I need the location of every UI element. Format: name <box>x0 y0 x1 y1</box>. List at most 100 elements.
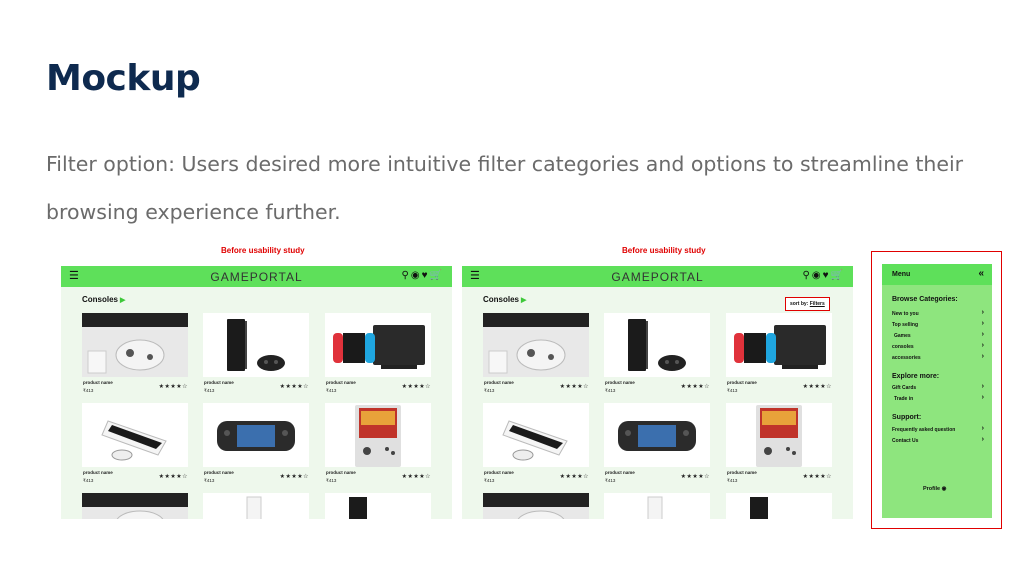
heart-icon[interactable]: ♥ <box>823 270 831 281</box>
menu-item-trade-in[interactable]: Trade in › <box>892 394 984 402</box>
product-card[interactable]: product name ₹413 ★★★★☆ <box>726 403 832 486</box>
explore-more-heading: Explore more: <box>892 373 940 380</box>
sort-by-filters[interactable]: sort by: Filters <box>785 297 830 311</box>
rating-stars: ★★★★☆ <box>279 474 309 480</box>
app-logo[interactable]: GAMEPORTAL <box>462 270 853 284</box>
chevron-right-icon: › <box>981 331 984 338</box>
mockup-before: ☰ GAMEPORTAL ⚲◉♥🛒 Consoles ▶ product name… <box>61 266 452 519</box>
rating-stars: ★★★★☆ <box>802 474 832 480</box>
rating-stars: ★★★★☆ <box>158 474 188 480</box>
account-icon[interactable]: ◉ <box>411 270 422 281</box>
chevron-right-icon: › <box>981 342 984 349</box>
product-card[interactable]: product name ₹413 ★★★★☆ <box>483 403 589 486</box>
menu-item-accessories[interactable]: accessories › <box>892 353 984 361</box>
product-image-switch[interactable] <box>325 313 431 377</box>
product-card[interactable]: product name ₹413 ★★★★☆ <box>82 313 188 396</box>
header-icons: ⚲◉♥🛒 <box>803 270 845 281</box>
rating-stars: ★★★★☆ <box>401 384 431 390</box>
mockup-before-label: Before usability study <box>221 246 305 255</box>
chevron-right-icon: › <box>981 425 984 432</box>
mockup-after: ☰ GAMEPORTAL ⚲◉♥🛒 Consoles ▶ sort by: Fil… <box>462 266 853 519</box>
product-image-ps4[interactable] <box>203 313 309 377</box>
cart-icon[interactable]: 🛒 <box>430 270 444 281</box>
product-image-steam-deck[interactable] <box>203 403 309 467</box>
play-arrow-icon: ▶ <box>521 297 527 304</box>
product-image-ps4[interactable] <box>325 493 431 519</box>
rating-stars: ★★★★☆ <box>680 474 710 480</box>
header-icons: ⚲◉♥🛒 <box>402 270 444 281</box>
profile-link[interactable]: Profile ◉ <box>923 486 946 492</box>
product-image-handheld[interactable] <box>726 403 832 467</box>
menu-header: Menu « <box>882 264 992 285</box>
rating-stars: ★★★★☆ <box>680 384 710 390</box>
product-card[interactable] <box>325 493 431 519</box>
support-heading: Support: <box>892 414 922 421</box>
product-card[interactable]: product name ₹413 ★★★★☆ <box>82 403 188 486</box>
product-card[interactable]: product name ₹413 ★★★★☆ <box>483 313 589 396</box>
app-header: ☰ GAMEPORTAL ⚲◉♥🛒 <box>462 266 853 287</box>
menu-item-consoles[interactable]: consoles › <box>892 342 984 350</box>
page-description: Filter option: Users desired more intuit… <box>46 152 964 224</box>
chevron-right-icon: › <box>981 394 984 401</box>
category-title[interactable]: Consoles ▶ <box>483 295 526 304</box>
product-card[interactable] <box>82 493 188 519</box>
product-image-console-white[interactable] <box>604 493 710 519</box>
cart-icon[interactable]: 🛒 <box>831 270 845 281</box>
product-card[interactable]: product name ₹413 ★★★★☆ <box>325 403 431 486</box>
search-icon[interactable]: ⚲ <box>402 270 411 281</box>
app-header: ☰ GAMEPORTAL ⚲◉♥🛒 <box>61 266 452 287</box>
product-card[interactable]: product name ₹413 ★★★★☆ <box>604 313 710 396</box>
product-image-xbox[interactable] <box>82 493 188 519</box>
heart-icon[interactable]: ♥ <box>422 270 430 281</box>
rating-stars: ★★★★☆ <box>559 474 589 480</box>
product-image-xbox[interactable] <box>483 313 589 377</box>
product-image-switch[interactable] <box>726 313 832 377</box>
collapse-menu-icon[interactable]: « <box>978 268 984 279</box>
product-image-steam-deck[interactable] <box>604 403 710 467</box>
product-card[interactable] <box>203 493 309 519</box>
filters-link[interactable]: Filters <box>810 301 825 307</box>
menu-item-faq[interactable]: Frequently asked question › <box>892 425 984 433</box>
product-card[interactable] <box>726 493 832 519</box>
product-image-ps5[interactable] <box>483 403 589 467</box>
product-image-handheld[interactable] <box>325 403 431 467</box>
rating-stars: ★★★★☆ <box>559 384 589 390</box>
search-icon[interactable]: ⚲ <box>803 270 812 281</box>
category-title[interactable]: Consoles ▶ <box>82 295 125 304</box>
menu-item-games[interactable]: Games › <box>892 331 984 339</box>
rating-stars: ★★★★☆ <box>158 384 188 390</box>
product-card[interactable]: product name ₹413 ★★★★☆ <box>203 313 309 396</box>
menu-item-new-to-you[interactable]: New to you › <box>892 309 984 317</box>
browse-categories-heading: Browse Categories: <box>892 296 958 303</box>
page-title: Mockup <box>46 58 201 99</box>
side-menu: Menu « Browse Categories: New to you › To… <box>882 264 992 518</box>
product-card[interactable] <box>604 493 710 519</box>
product-image-xbox[interactable] <box>82 313 188 377</box>
product-image-ps4[interactable] <box>604 313 710 377</box>
rating-stars: ★★★★☆ <box>802 384 832 390</box>
chevron-right-icon: › <box>981 353 984 360</box>
product-card[interactable]: product name ₹413 ★★★★☆ <box>604 403 710 486</box>
chevron-right-icon: › <box>981 309 984 316</box>
product-card[interactable]: product name ₹413 ★★★★☆ <box>726 313 832 396</box>
chevron-right-icon: › <box>981 436 984 443</box>
account-icon[interactable]: ◉ <box>812 270 823 281</box>
menu-title: Menu <box>892 271 911 278</box>
product-card[interactable] <box>483 493 589 519</box>
menu-item-contact-us[interactable]: Contact Us › <box>892 436 984 444</box>
product-card[interactable]: product name ₹413 ★★★★☆ <box>203 403 309 486</box>
product-image-ps4[interactable] <box>726 493 832 519</box>
profile-icon: ◉ <box>941 486 947 492</box>
menu-item-top-selling[interactable]: Top selling › <box>892 320 984 328</box>
product-image-ps5[interactable] <box>82 403 188 467</box>
play-arrow-icon: ▶ <box>120 297 126 304</box>
product-image-console-white[interactable] <box>203 493 309 519</box>
menu-item-gift-cards[interactable]: Gift Cards › <box>892 383 984 391</box>
product-image-xbox[interactable] <box>483 493 589 519</box>
rating-stars: ★★★★☆ <box>401 474 431 480</box>
product-card[interactable]: product name ₹413 ★★★★☆ <box>325 313 431 396</box>
rating-stars: ★★★★☆ <box>279 384 309 390</box>
chevron-right-icon: › <box>981 320 984 327</box>
chevron-right-icon: › <box>981 383 984 390</box>
app-logo[interactable]: GAMEPORTAL <box>61 270 452 284</box>
